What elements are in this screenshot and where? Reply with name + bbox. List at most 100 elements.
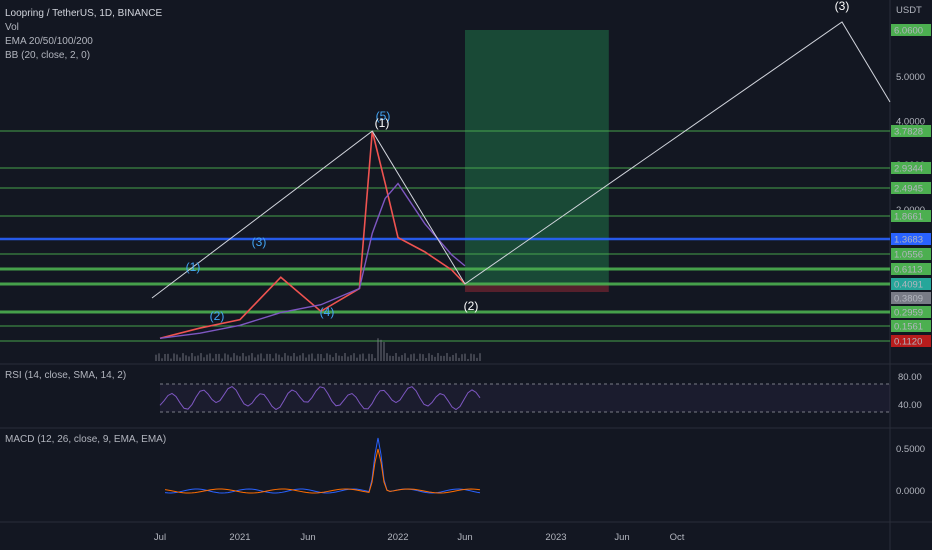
volume-bar: [233, 353, 235, 361]
volume-bar: [299, 355, 301, 361]
volume-bar: [437, 353, 439, 361]
price-tag-label: 0.3809: [894, 294, 923, 305]
time-axis-tick: 2023: [545, 532, 566, 543]
volume-bar: [419, 353, 421, 361]
volume-bar: [185, 355, 187, 361]
volume-bar: [431, 354, 433, 361]
moving-average-line: [159, 182, 466, 339]
macd-level-05: 0.5000: [896, 444, 926, 455]
ema-legend[interactable]: EMA 20/50/100/200: [5, 36, 93, 48]
volume-bar: [209, 353, 211, 361]
rsi-legend[interactable]: RSI (14, close, SMA, 14, 2): [5, 370, 126, 382]
volume-bar: [206, 354, 208, 361]
volume-bar: [197, 355, 199, 361]
volume-bar: [254, 357, 256, 361]
volume-bar: [212, 358, 214, 361]
volume-bar: [314, 358, 316, 361]
volume-bar: [344, 353, 346, 361]
volume-bar: [272, 358, 274, 361]
volume-bar: [284, 353, 286, 361]
price-tag-label: 0.1120: [894, 337, 922, 348]
volume-bar: [167, 353, 169, 361]
volume-bar: [410, 354, 412, 361]
volume-bar: [170, 358, 172, 361]
volume-bar: [479, 353, 481, 361]
volume-bar: [182, 353, 184, 361]
volume-bar: [266, 353, 268, 361]
volume-bar: [341, 356, 343, 361]
price-tag-label: 0.6113: [894, 265, 922, 276]
volume-bar: [161, 358, 163, 361]
price-tag-label: 0.4091: [894, 280, 923, 291]
price-tag-label: 0.1561: [894, 322, 923, 333]
volume-bar: [347, 356, 349, 361]
volume-bar: [377, 338, 379, 361]
rsi-level-40: 40.00: [898, 400, 922, 411]
volume-bar: [353, 353, 355, 361]
symbol-title[interactable]: Loopring / TetherUS, 1D, BINANCE: [5, 8, 162, 20]
bb-legend[interactable]: BB (20, close, 2, 0): [5, 50, 90, 62]
time-axis-tick: Jul: [154, 532, 166, 543]
price-tag-label: 6.0600: [894, 26, 923, 37]
volume-bar: [191, 353, 193, 361]
volume-bar: [449, 356, 451, 361]
wave-label: (4): [320, 305, 335, 319]
wave-label: (3): [835, 0, 850, 13]
volume-bar: [425, 357, 427, 361]
volume-bar: [176, 354, 178, 361]
chart-svg[interactable]: (1)(2)(3)(4)(5)(1)(2)(3)5.00004.00003.00…: [0, 0, 932, 550]
volume-bar: [269, 353, 271, 361]
macd-legend[interactable]: MACD (12, 26, close, 9, EMA, EMA): [5, 434, 166, 446]
time-axis-tick: Jun: [457, 532, 472, 543]
volume-bar: [368, 353, 370, 361]
volume-bar: [311, 353, 313, 361]
volume-bar: [305, 357, 307, 361]
volume-bar: [455, 353, 457, 361]
price-tag-label: 0.2959: [894, 308, 923, 319]
volume-bar: [338, 355, 340, 361]
volume-bar: [227, 354, 229, 361]
volume-bar: [179, 357, 181, 361]
volume-bar: [203, 357, 205, 361]
volume-bar: [320, 354, 322, 361]
currency-label: USDT: [896, 5, 922, 16]
volume-bar: [221, 358, 223, 361]
volume-bar: [374, 358, 376, 361]
wave-label: (3): [252, 235, 267, 249]
volume-bar: [473, 354, 475, 361]
volume-bar: [389, 355, 391, 361]
volume-bar: [332, 357, 334, 361]
price-tag-label: 2.9344: [894, 164, 923, 175]
volume-bar: [416, 358, 418, 361]
price-tag-label: 3.7828: [894, 127, 923, 138]
volume-bar: [476, 357, 478, 361]
volume-bar: [386, 353, 388, 361]
volume-bar: [296, 356, 298, 361]
time-axis-tick: Jun: [614, 532, 629, 543]
volume-bar: [395, 353, 397, 361]
wave-label: (2): [210, 309, 225, 323]
volume-bar: [392, 355, 394, 361]
volume-bar: [281, 357, 283, 361]
volume-bar: [218, 353, 220, 361]
volume-bar: [401, 355, 403, 361]
volume-bar: [290, 356, 292, 361]
vol-legend[interactable]: Vol: [5, 22, 19, 34]
volume-bar: [239, 356, 241, 361]
volume-bar: [422, 354, 424, 361]
price-series-line: [159, 130, 466, 340]
macd-line: [164, 437, 481, 494]
volume-bar: [356, 357, 358, 361]
macd-level-0: 0.0000: [896, 486, 926, 497]
volume-bar: [164, 353, 166, 361]
volume-bar: [308, 354, 310, 361]
volume-bar: [350, 355, 352, 361]
volume-bar: [404, 353, 406, 361]
volume-bar: [188, 356, 190, 361]
volume-bar: [326, 353, 328, 361]
volume-bar: [461, 354, 463, 361]
time-axis-tick: Jun: [300, 532, 315, 543]
volume-bar: [458, 357, 460, 361]
chart-root: (1)(2)(3)(4)(5)(1)(2)(3)5.00004.00003.00…: [0, 0, 932, 550]
volume-bar: [362, 353, 364, 361]
